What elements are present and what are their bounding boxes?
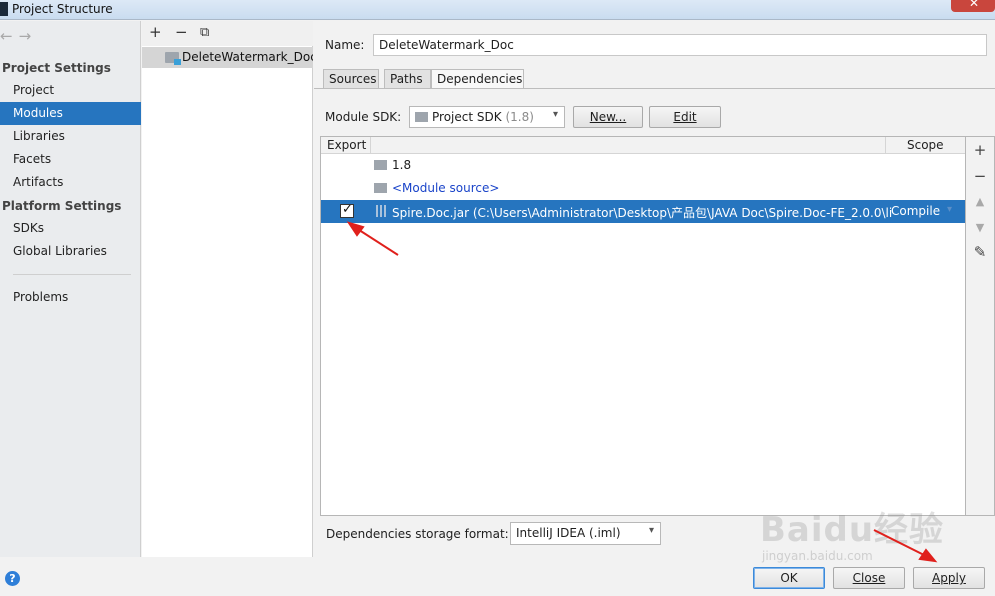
jar-library-icon: [376, 205, 386, 217]
storage-format-value: IntelliJ IDEA (.iml): [516, 526, 621, 540]
module-list-item-label: DeleteWatermark_Doc: [182, 50, 313, 64]
back-arrow-icon[interactable]: ←: [0, 27, 13, 45]
watermark-logo: Baidu经验: [760, 510, 945, 550]
copy-module-icon[interactable]: ⧉: [200, 25, 209, 40]
module-sdk-value: Project SDK: [432, 110, 502, 124]
dependency-name: <Module source>: [392, 181, 500, 195]
move-down-icon[interactable]: ▼: [966, 221, 994, 234]
nav-item-problems[interactable]: Problems: [0, 286, 141, 309]
module-sdk-label: Module SDK:: [325, 110, 402, 124]
source-folder-icon: [374, 183, 387, 193]
ok-button[interactable]: OK: [753, 567, 825, 589]
new-sdk-button-label: New...: [589, 110, 627, 124]
scope-select[interactable]: Compile: [891, 204, 940, 218]
move-up-icon[interactable]: ▲: [966, 195, 994, 208]
nav-item-modules[interactable]: Modules: [0, 102, 141, 125]
dependency-row-jar[interactable]: ✓ Spire.Doc.jar (C:\Users\Administrator\…: [321, 200, 965, 223]
edit-sdk-button-label: Edit: [673, 110, 697, 124]
nav-divider: [13, 274, 131, 275]
apply-button-label: Apply: [932, 571, 966, 585]
table-header: Export Scope: [321, 137, 965, 154]
dependency-row-sdk[interactable]: 1.8: [321, 154, 965, 177]
dependency-row-module-source[interactable]: <Module source>: [321, 177, 965, 200]
close-button-label: Close: [852, 571, 886, 585]
dependency-actions: + − ▲ ▼ ✎: [966, 136, 995, 516]
window-close-button[interactable]: ✕: [951, 0, 995, 12]
chevron-down-icon: ▾: [947, 204, 953, 215]
storage-format-label: Dependencies storage format:: [326, 527, 509, 541]
modules-panel: + − ⧉ DeleteWatermark_Doc: [142, 21, 313, 557]
window-title: Project Structure: [12, 2, 113, 16]
add-dependency-icon[interactable]: +: [966, 141, 994, 159]
watermark-url: jingyan.baidu.com: [762, 549, 873, 563]
project-settings-heading: Project Settings: [2, 61, 111, 75]
module-folder-icon: [165, 52, 181, 65]
new-sdk-button[interactable]: New...: [573, 106, 643, 128]
sdk-folder-icon: [374, 160, 387, 170]
platform-settings-heading: Platform Settings: [2, 199, 122, 213]
nav-item-facets[interactable]: Facets: [0, 148, 141, 171]
dependencies-table: Export Scope 1.8 <Module source> ✓ Spire…: [320, 136, 966, 516]
nav-history: ← →: [0, 27, 37, 45]
export-column-header[interactable]: Export: [327, 138, 366, 152]
module-details: Name: DeleteWatermark_Doc Sources Paths …: [314, 21, 995, 557]
module-sdk-select[interactable]: Project SDK (1.8) ▾: [409, 106, 565, 128]
window-title-bar: Project Structure ✕: [0, 0, 995, 20]
module-name-input[interactable]: DeleteWatermark_Doc: [373, 34, 987, 56]
scope-column-header[interactable]: Scope: [907, 138, 944, 152]
modules-toolbar: + − ⧉: [142, 21, 313, 46]
edit-sdk-button[interactable]: Edit: [649, 106, 721, 128]
nav-item-artifacts[interactable]: Artifacts: [0, 171, 141, 194]
nav-item-global-libraries[interactable]: Global Libraries: [0, 240, 141, 263]
tab-underline: [314, 88, 995, 89]
nav-item-sdks[interactable]: SDKs: [0, 217, 141, 240]
sdk-folder-icon: [415, 112, 428, 122]
nav-item-libraries[interactable]: Libraries: [0, 125, 141, 148]
name-label: Name:: [325, 38, 365, 52]
forward-arrow-icon[interactable]: →: [19, 27, 32, 45]
apply-button[interactable]: Apply: [913, 567, 985, 589]
checkmark-icon: ✓: [342, 202, 353, 217]
help-icon[interactable]: ?: [5, 571, 20, 586]
tab-paths[interactable]: Paths: [384, 69, 431, 89]
remove-dependency-icon[interactable]: −: [966, 167, 994, 185]
close-icon: ✕: [969, 0, 980, 10]
module-sdk-version: (1.8): [505, 110, 534, 124]
storage-format-select[interactable]: IntelliJ IDEA (.iml) ▾: [510, 522, 661, 545]
column-divider: [885, 137, 886, 154]
close-button[interactable]: Close: [833, 567, 905, 589]
tab-dependencies[interactable]: Dependencies: [431, 69, 524, 89]
edit-dependency-icon[interactable]: ✎: [966, 243, 994, 261]
remove-module-icon[interactable]: −: [175, 23, 188, 41]
chevron-down-icon: ▾: [648, 525, 654, 536]
tab-sources[interactable]: Sources: [323, 69, 379, 89]
chevron-down-icon: ▾: [552, 109, 558, 120]
nav-item-project[interactable]: Project: [0, 79, 141, 102]
column-divider: [370, 137, 371, 154]
settings-nav: ← → Project Settings Project Modules Libr…: [0, 21, 141, 557]
add-module-icon[interactable]: +: [149, 23, 162, 41]
dependency-name: 1.8: [392, 158, 412, 172]
dependency-name: Spire.Doc.jar (C:\Users\Administrator\De…: [392, 206, 893, 220]
export-checkbox[interactable]: ✓: [340, 202, 354, 218]
module-list-item[interactable]: DeleteWatermark_Doc: [142, 47, 313, 68]
app-icon: [0, 2, 8, 16]
